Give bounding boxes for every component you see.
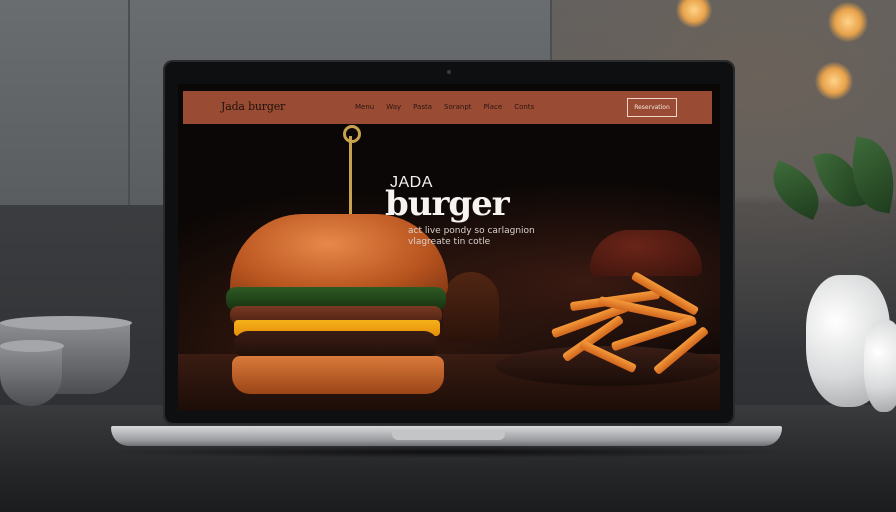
- metal-bowl: [0, 346, 62, 406]
- hero-title: burger: [385, 184, 510, 224]
- site-navbar: Jada burger Menu Way Pasta Soranpt Place…: [183, 91, 712, 124]
- wall-panel: [0, 0, 128, 205]
- toothpick: [349, 136, 352, 216]
- nav-link-way[interactable]: Way: [386, 103, 401, 111]
- nav-link-conts[interactable]: Conts: [514, 103, 534, 111]
- laptop-notch: [392, 430, 505, 440]
- site-logo[interactable]: Jada burger: [221, 100, 285, 113]
- nav-link-menu[interactable]: Menu: [355, 103, 374, 111]
- nav-link-pasta[interactable]: Pasta: [413, 103, 432, 111]
- burger-bottom-bun: [232, 356, 444, 394]
- hero-tagline: act live pondy so carlagnion vlagreate t…: [408, 226, 535, 248]
- bokeh-light: [815, 62, 853, 100]
- background-burger: [443, 272, 499, 342]
- laptop-shadow: [100, 446, 795, 458]
- toothpick-ring: [343, 125, 361, 143]
- reservation-button[interactable]: Reservation: [627, 98, 677, 117]
- tagline-line: act live pondy so carlagnion: [408, 226, 535, 236]
- nav-link-soranpt[interactable]: Soranpt: [444, 103, 472, 111]
- bokeh-light: [828, 2, 868, 42]
- bowl-rim: [0, 316, 132, 330]
- laptop-screen: JADA burger act live pondy so carlagnion…: [178, 84, 720, 411]
- white-vase: [864, 320, 896, 412]
- second-burger-bun: [590, 230, 702, 276]
- camera-dot-icon: [447, 70, 451, 74]
- burger-patty: [234, 331, 438, 359]
- bowl-rim: [0, 340, 64, 352]
- nav-links: Menu Way Pasta Soranpt Place Conts: [355, 103, 534, 111]
- nav-link-place[interactable]: Place: [484, 103, 503, 111]
- tagline-line: vlagreate tin cotle: [408, 237, 491, 247]
